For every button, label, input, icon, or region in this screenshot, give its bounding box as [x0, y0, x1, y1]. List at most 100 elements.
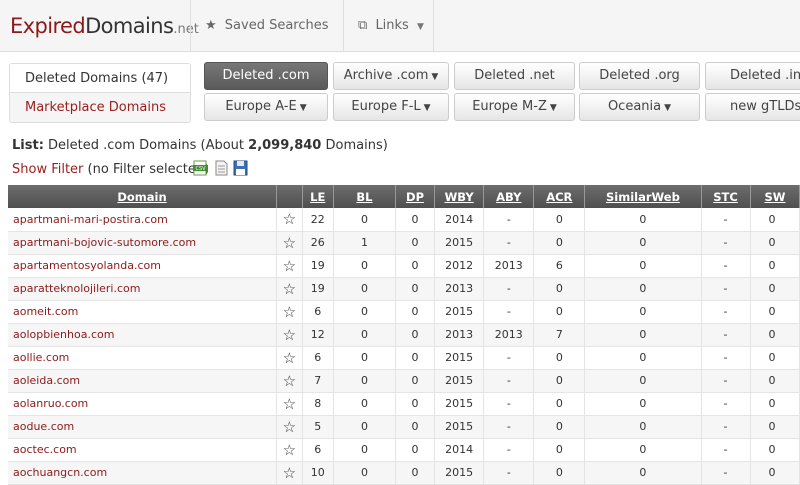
col-le-cell: 12: [302, 323, 334, 347]
col-stc-cell: -: [701, 231, 751, 255]
col-stc-cell: -: [701, 323, 751, 347]
cat-deleted-org[interactable]: Deleted .org: [579, 62, 700, 90]
col-sw-cell: 0: [750, 277, 800, 301]
cat-oceania[interactable]: Oceania ▼: [579, 93, 700, 121]
col-similarweb-cell: 0: [584, 392, 702, 416]
domain-link[interactable]: aochuangcn.com: [8, 461, 278, 485]
col-sw-cell: 0: [750, 438, 800, 462]
domain-link[interactable]: apartamentosyolanda.com: [8, 254, 278, 278]
table-row: aparatteknolojileri.com ☆ 19 0 0 2013-0 0-0: [8, 277, 800, 301]
col-wby-cell: 2015: [434, 369, 485, 393]
col-similarweb-cell: 0: [584, 277, 702, 301]
caret-down-icon: ▼: [416, 22, 424, 32]
col-sw-cell: 0: [750, 254, 800, 278]
watch-star-icon[interactable]: ☆: [276, 461, 303, 485]
domain-link[interactable]: apartmani-mari-postira.com: [8, 208, 278, 232]
domain-link[interactable]: aomeit.com: [8, 300, 278, 324]
col-similarweb-cell: 0: [584, 346, 702, 370]
col-dp-cell: 0: [395, 461, 436, 485]
cat-europe-m-z[interactable]: Europe M-Z ▼: [454, 93, 575, 121]
col-stc-cell: -: [701, 415, 751, 439]
cat-label: Archive .com: [343, 68, 429, 83]
col-acr-cell: 6: [533, 254, 586, 278]
watch-star-icon[interactable]: ☆: [276, 300, 303, 324]
watch-star-icon[interactable]: ☆: [276, 208, 303, 232]
col-stc-header[interactable]: STC: [701, 185, 751, 208]
cat-deleted-com[interactable]: Deleted .com: [204, 62, 328, 90]
col-sw-cell: 0: [750, 208, 800, 232]
links-label: Links: [375, 18, 409, 33]
domain-link[interactable]: aparatteknolojileri.com: [8, 277, 278, 301]
col-bl-cell: 1: [333, 231, 396, 255]
table-row: aochuangcn.com ☆ 10 0 0 2015-0 0-0: [8, 461, 800, 485]
col-domain-header[interactable]: Domain: [8, 185, 278, 208]
cat-label: Europe A-E: [225, 99, 297, 114]
col-similarweb-cell: 0: [584, 438, 702, 462]
watch-star-icon[interactable]: ☆: [276, 438, 303, 462]
watch-star-icon[interactable]: ☆: [276, 392, 303, 416]
site-logo[interactable]: ExpiredDomains.net: [10, 12, 199, 44]
col-similarweb-header[interactable]: SimilarWeb: [584, 185, 702, 208]
document-icon[interactable]: [214, 160, 229, 176]
watch-star-icon[interactable]: ☆: [276, 323, 303, 347]
watch-star-icon[interactable]: ☆: [276, 346, 303, 370]
domain-link[interactable]: aoleida.com: [8, 369, 278, 393]
watch-star-icon[interactable]: ☆: [276, 277, 303, 301]
watch-star-icon[interactable]: ☆: [276, 231, 303, 255]
links-menu[interactable]: ⧉ Links ▼: [343, 0, 434, 52]
show-filter-link[interactable]: Show Filter: [12, 162, 83, 177]
domain-link[interactable]: aodue.com: [8, 415, 278, 439]
col-wby-cell: 2013: [434, 323, 485, 347]
cat-label: Deleted .org: [599, 68, 680, 83]
cat-label: new gTLDs: [730, 99, 800, 114]
col-acr-cell: 0: [533, 415, 586, 439]
cat-archive-com[interactable]: Archive .com ▼: [333, 62, 449, 90]
col-aby-cell: -: [483, 461, 535, 485]
save-icon[interactable]: [233, 160, 248, 176]
domain-link[interactable]: aolanruo.com: [8, 392, 278, 416]
col-acr-cell: 0: [533, 346, 586, 370]
logo-expired: Expired: [10, 14, 86, 38]
col-stc-cell: -: [701, 208, 751, 232]
table-row: apartmani-mari-postira.com ☆ 22 0 0 2014-0 0-0: [8, 208, 800, 232]
col-acr-cell: 7: [533, 323, 586, 347]
cat-deleted-info[interactable]: Deleted .info: [705, 62, 800, 90]
col-wby-cell: 2015: [434, 346, 485, 370]
domain-link[interactable]: aoctec.com: [8, 438, 278, 462]
cat-deleted-net[interactable]: Deleted .net: [454, 62, 575, 90]
col-similarweb-cell: 0: [584, 300, 702, 324]
col-acr-header[interactable]: ACR: [533, 185, 586, 208]
col-sw-cell: 0: [750, 392, 800, 416]
col-dp-cell: 0: [395, 346, 436, 370]
col-wby-header[interactable]: WBY: [434, 185, 485, 208]
col-dp-cell: 0: [395, 208, 436, 232]
watch-star-icon[interactable]: ☆: [276, 369, 303, 393]
domain-link[interactable]: aolopbienhoa.com: [8, 323, 278, 347]
cat-new-gtlds[interactable]: new gTLDs▼: [705, 93, 800, 121]
watch-star-icon[interactable]: ☆: [276, 415, 303, 439]
csv-icon[interactable]: CSV: [193, 160, 208, 176]
deleted-domains-item[interactable]: Deleted Domains (47): [10, 64, 190, 93]
col-le-header[interactable]: LE: [302, 185, 334, 208]
col-aby-header[interactable]: ABY: [483, 185, 535, 208]
col-aby-cell: -: [483, 346, 535, 370]
logo-domains: Domains: [85, 14, 174, 38]
cat-europe-f-l[interactable]: Europe F-L ▼: [333, 93, 449, 121]
col-le-cell: 22: [302, 208, 334, 232]
domain-link[interactable]: apartmani-bojovic-sutomore.com: [8, 231, 278, 255]
col-bl-cell: 0: [333, 415, 396, 439]
caret-down-icon: ▼: [549, 103, 557, 113]
col-watch-header: [276, 185, 303, 208]
col-acr-cell: 0: [533, 208, 586, 232]
cat-europe-a-e[interactable]: Europe A-E ▼: [204, 93, 328, 121]
cat-label: Oceania: [607, 99, 662, 114]
col-bl-header[interactable]: BL: [333, 185, 396, 208]
marketplace-domains-item[interactable]: Marketplace Domains (27): [10, 93, 190, 122]
saved-searches-menu[interactable]: ★ Saved Searches ▼: [190, 0, 343, 84]
col-acr-cell: 0: [533, 392, 586, 416]
col-dp-header[interactable]: DP: [395, 185, 436, 208]
watch-star-icon[interactable]: ☆: [276, 254, 303, 278]
star-icon: ★: [205, 18, 217, 33]
domain-link[interactable]: aollie.com: [8, 346, 278, 370]
col-sw-header[interactable]: SW: [750, 185, 800, 208]
